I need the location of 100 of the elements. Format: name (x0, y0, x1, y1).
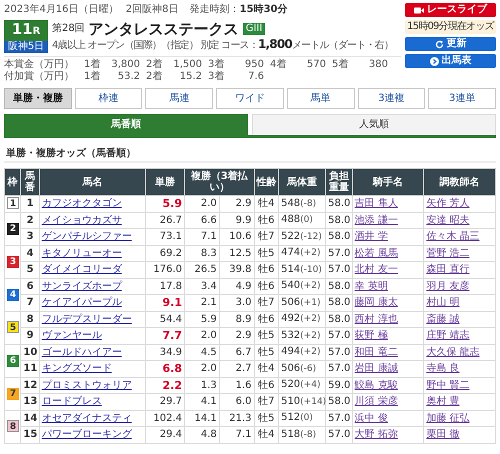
place-odds-low: 3.4 (184, 278, 220, 294)
horse-weight: 540(+2) (278, 278, 326, 294)
horse-number: 8 (20, 311, 40, 328)
column-header: 単勝 (146, 168, 184, 196)
win-odds: 5.9 (146, 196, 184, 212)
column-header: 性齢 (254, 168, 279, 196)
bet-type-tab[interactable]: ワイド (216, 88, 284, 109)
win-odds: 73.1 (146, 228, 184, 245)
sex-age: 牡7 (254, 294, 279, 311)
column-header: 馬番 (20, 168, 40, 196)
horse-weight: 492(+2) (278, 311, 326, 328)
prize-amount: 1,500 (172, 59, 202, 71)
place-odds-low: 2.0 (184, 328, 220, 344)
race-condition: 別定 (200, 40, 219, 51)
place-odds-low: 7.1 (184, 228, 220, 245)
race-date: 2023年4月16日（日曜） (4, 4, 119, 15)
race-number: 11R (4, 20, 48, 41)
place-odds-low: 2.0 (184, 196, 220, 212)
horse-number: 3 (20, 228, 40, 245)
horse-weight: 548(-8) (278, 196, 326, 212)
place-odds-low: 1.3 (184, 377, 220, 394)
burden-weight: 58.0 (326, 394, 352, 410)
sex-age: 牡4 (254, 196, 279, 212)
place-odds-low: 2.1 (184, 294, 220, 311)
place-odds-low: 4.5 (184, 344, 220, 360)
prize-place: 3着 (208, 59, 226, 70)
place-odds-high: 3.0 (219, 294, 254, 311)
horse-weight: 518(-8) (278, 426, 326, 443)
win-odds: 2.2 (146, 377, 184, 394)
sex-age: 牡6 (254, 262, 279, 278)
place-odds-high: 6.7 (219, 344, 254, 360)
sort-tab[interactable]: 馬番順 (4, 114, 248, 135)
place-odds-high: 12.5 (219, 245, 254, 262)
horse-number: 15 (20, 426, 40, 443)
win-odds: 17.8 (146, 278, 184, 294)
sex-age: 牡7 (254, 394, 279, 410)
sort-tab[interactable]: 人気順 (252, 114, 496, 135)
column-header: 複勝（3着払い） (184, 168, 254, 196)
frame-number: 4 (7, 289, 19, 301)
prize-amount: 950 (244, 59, 264, 71)
frame-number: 5 (7, 321, 19, 333)
frame-number: 8 (7, 420, 19, 432)
prize-place: 1着 (84, 59, 102, 70)
burden-weight: 57.0 (326, 262, 352, 278)
place-odds-low: 26.5 (184, 262, 220, 278)
place-odds-low: 4.1 (184, 394, 220, 410)
win-odds: 34.9 (146, 344, 184, 360)
win-odds: 6.8 (146, 360, 184, 377)
prize-place: 5着 (332, 59, 350, 71)
prize-place: 2着 (146, 59, 164, 70)
entries-button[interactable]: 出馬表 (405, 54, 496, 68)
win-odds: 102.4 (146, 410, 184, 426)
horse-weight: 520(+4) (278, 377, 326, 394)
place-odds-high: 2.9 (219, 328, 254, 344)
prize-amount: 53.2 (116, 71, 140, 83)
column-header: 馬体重 (278, 168, 326, 196)
win-odds: 9.1 (146, 294, 184, 311)
sex-age: 牡5 (254, 328, 279, 344)
post-time: 発走時刻：15時30分 (190, 4, 288, 15)
place-odds-high: 2.9 (219, 196, 254, 212)
horse-number: 10 (20, 344, 40, 360)
race-live-button[interactable]: レースライブ (405, 3, 496, 17)
horse-weight: 474(+2) (278, 245, 326, 262)
bet-type-tab[interactable]: 馬単 (286, 88, 355, 109)
column-header: 調教師名 (424, 168, 496, 196)
bet-type-tab[interactable]: 馬連 (145, 88, 214, 109)
burden-weight: 58.0 (326, 311, 352, 328)
place-odds-low: 5.9 (184, 311, 220, 328)
prize-place: 2着 (146, 71, 164, 83)
horse-number: 5 (20, 262, 40, 278)
horse-weight: 514(-10) (278, 262, 326, 278)
place-odds-high: 6.0 (219, 394, 254, 410)
bet-type-tab[interactable]: 3連単 (428, 88, 496, 109)
bet-type-tab[interactable]: 3連複 (358, 88, 426, 109)
burden-weight: 58.0 (326, 294, 352, 311)
place-odds-low: 4.8 (184, 426, 220, 443)
prize-place: 4着 (270, 59, 288, 71)
horse-number: 11 (20, 360, 40, 377)
place-odds-high: 10.6 (219, 228, 254, 245)
horse-weight: 532(+2) (278, 328, 326, 344)
refresh-button[interactable]: 更新 (405, 37, 496, 51)
prize-label: 本賞金（万円） (4, 59, 75, 70)
horse-number: 13 (20, 394, 40, 410)
bet-type-tab[interactable]: 単勝・複勝 (4, 88, 72, 109)
video-camera-icon (414, 6, 424, 14)
horse-number: 12 (20, 377, 40, 394)
sex-age: 牡5 (254, 245, 279, 262)
place-odds-high: 9.9 (219, 212, 254, 228)
horse-number: 7 (20, 294, 40, 311)
burden-weight: 57.0 (326, 426, 352, 443)
burden-weight: 58.0 (326, 278, 352, 294)
course-badge: 阪神5日 (4, 41, 48, 53)
place-odds-high: 21.3 (219, 410, 254, 426)
horse-number: 9 (20, 328, 40, 344)
place-odds-low: 14.1 (184, 410, 220, 426)
prize-amount: 15.2 (178, 71, 202, 83)
bet-type-tab[interactable]: 枠連 (74, 88, 142, 109)
meeting-text: 2回阪神8日 (126, 4, 178, 15)
race-condition: オープン（国際）（指定） (88, 40, 198, 51)
win-odds: 26.7 (146, 212, 184, 228)
